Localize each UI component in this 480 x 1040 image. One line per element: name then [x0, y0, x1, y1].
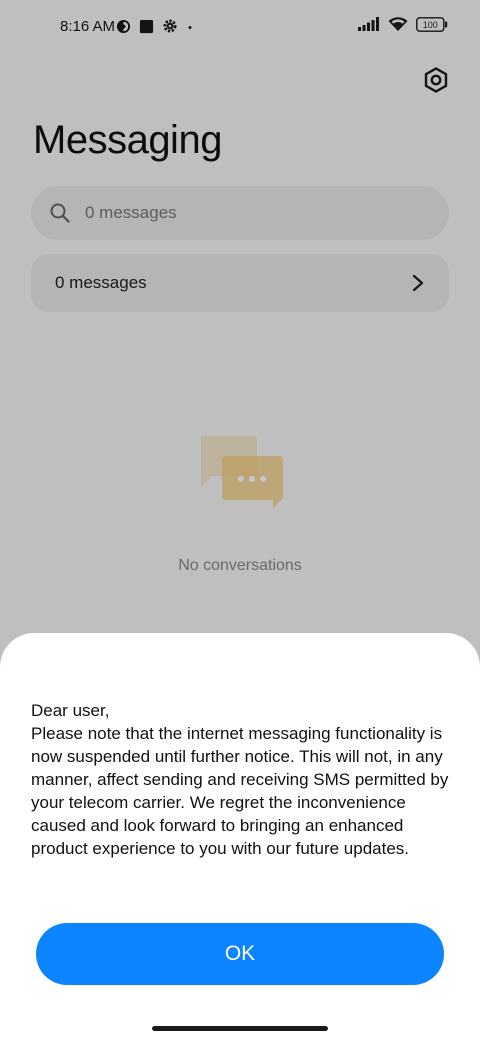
home-indicator[interactable]: [152, 1026, 328, 1031]
dialog-message: Dear user, Please note that the internet…: [31, 699, 461, 860]
notice-dialog: Dear user, Please note that the internet…: [0, 633, 480, 1040]
dialog-greeting: Dear user,: [31, 701, 110, 720]
dialog-body: Please note that the internet messaging …: [31, 724, 449, 858]
ok-button[interactable]: OK: [36, 923, 444, 985]
